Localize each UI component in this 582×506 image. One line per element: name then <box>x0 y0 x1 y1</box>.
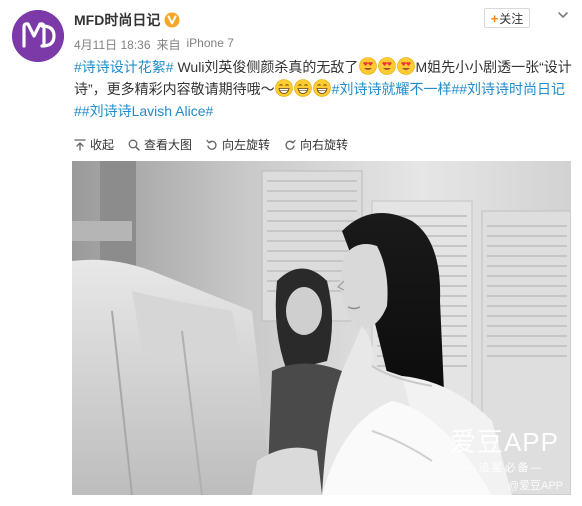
post-date[interactable]: 4月11日 18:36 <box>74 36 151 53</box>
post-source[interactable]: iPhone 7 <box>187 36 234 53</box>
hashtag-link[interactable]: #刘诗诗就耀不一样# <box>332 81 460 97</box>
weibo-watermark: @爱豆APP <box>507 480 563 492</box>
account-name[interactable]: MFD时尚日记 <box>74 10 160 30</box>
plus-icon: + <box>490 10 499 26</box>
follow-button[interactable]: + 关注 <box>484 8 530 28</box>
post-photo[interactable]: 爱豆APP —追星必备— @爱豆APP <box>72 161 571 495</box>
watermark-title: 爱豆APP <box>449 427 559 457</box>
rotate-left-label: 向左旋转 <box>222 138 271 152</box>
heart-eyes-emoji-icon <box>359 57 377 75</box>
watermark-subtitle: —追星必备— <box>465 462 544 474</box>
rotate-left-icon <box>206 139 217 150</box>
collapse-label: 收起 <box>90 138 115 152</box>
post-text-segment: Wuli刘英俊侧颜杀真的无敌了 <box>173 59 359 75</box>
view-large-label: 查看大图 <box>144 138 193 152</box>
rotate-left-button[interactable]: 向左旋转 <box>206 136 270 153</box>
weibo-post-card: MFD时尚日记 4月11日 18:36 来自 iPhone 7 + 关注 #诗诗… <box>0 0 582 506</box>
hashtag-link[interactable]: #刘诗诗Lavish Alice# <box>82 103 214 119</box>
heart-eyes-emoji-icon <box>378 57 396 75</box>
grin-emoji-icon <box>275 79 293 97</box>
magnify-icon <box>128 139 140 151</box>
grin-emoji-icon <box>294 79 312 97</box>
follow-label: 关注 <box>499 11 524 26</box>
collapse-button[interactable]: 收起 <box>74 136 114 153</box>
avatar[interactable] <box>12 10 64 62</box>
mfd-logo-icon <box>12 10 64 62</box>
heart-eyes-emoji-icon <box>397 57 415 75</box>
view-large-button[interactable]: 查看大图 <box>128 136 192 153</box>
rotate-right-label: 向右旋转 <box>300 138 349 152</box>
post-meta: 4月11日 18:36 来自 iPhone 7 <box>74 36 234 53</box>
image-toolbar: 收起 查看大图 向左旋转 向右旋转 <box>74 136 348 153</box>
source-prefix: 来自 <box>156 38 181 52</box>
account-row: MFD时尚日记 <box>74 10 180 30</box>
post-text: #诗诗设计花絮# Wuli刘英俊侧颜杀真的无敌了 M姐先小小剧透一张“设计诗”，更… <box>74 56 574 122</box>
verify-icon <box>164 12 180 28</box>
rotate-right-icon <box>285 139 296 150</box>
rotate-right-button[interactable]: 向右旋转 <box>284 136 348 153</box>
hashtag-link[interactable]: #诗诗设计花絮# <box>74 59 174 75</box>
grin-emoji-icon <box>313 79 331 97</box>
watermark: 爱豆APP —追星必备— <box>450 422 559 475</box>
collapse-icon <box>74 138 86 151</box>
chevron-down-icon[interactable] <box>556 8 570 22</box>
